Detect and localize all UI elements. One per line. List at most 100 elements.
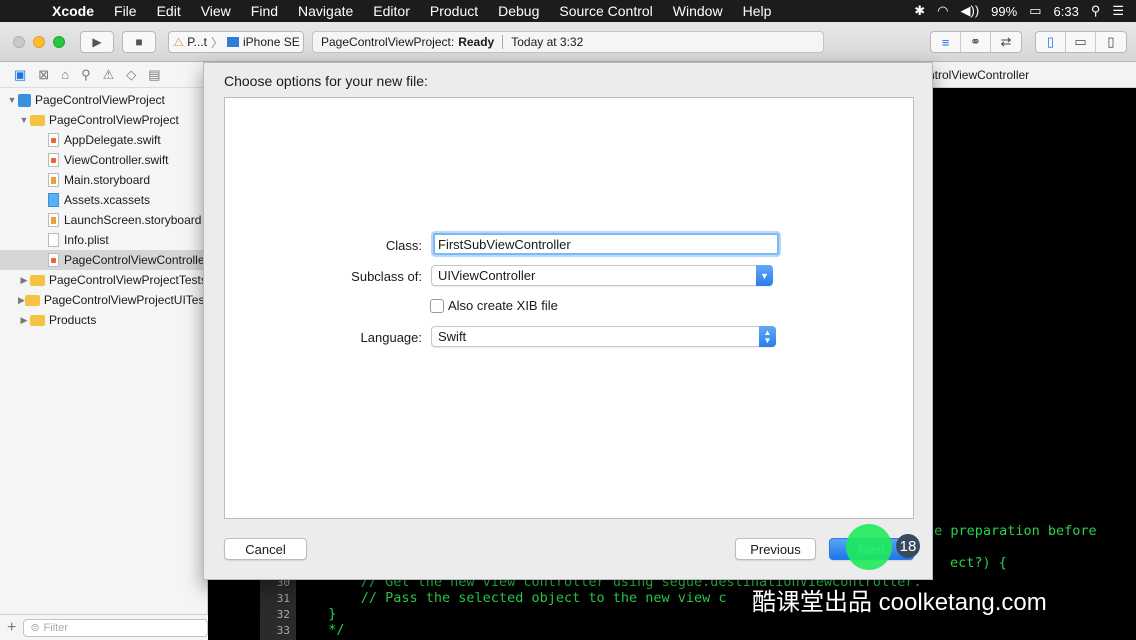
language-popup[interactable]: Swift ▲ ▼: [431, 326, 776, 347]
code-line: le preparation before: [926, 523, 1097, 539]
tree-row-file[interactable]: LaunchScreen.storyboard: [0, 210, 208, 230]
status-area: ✱ ◠ ◀)) 99% ▭ 6:33 ⚲ ☰: [914, 0, 1124, 22]
tree-row-group[interactable]: ▶ PageControlViewProjectTests: [0, 270, 208, 290]
spotlight-search-icon[interactable]: ⚲: [1091, 3, 1101, 19]
menu-file[interactable]: File: [114, 3, 137, 19]
minimize-window-button[interactable]: [33, 36, 45, 48]
navigator-toggle-icon[interactable]: ▯: [1036, 32, 1066, 52]
storyboard-file-icon: [48, 213, 59, 227]
filter-input[interactable]: ⊜ Filter: [23, 618, 208, 637]
code-line: */: [312, 622, 345, 638]
tree-row-file[interactable]: ViewController.swift: [0, 150, 208, 170]
up-down-chevron-icon[interactable]: ▲ ▼: [759, 326, 776, 347]
options-panel: Class: FirstSubViewController Subclass o…: [224, 97, 914, 519]
battery-percent[interactable]: 99%: [991, 4, 1017, 19]
app-target-icon: ⧍: [173, 34, 185, 49]
volume-icon[interactable]: ◀)): [961, 3, 980, 19]
jump-bar-crumb[interactable]: ntrolViewController: [928, 68, 1029, 82]
play-icon: ▶: [92, 35, 102, 49]
assistant-editor-icon[interactable]: ⚭: [961, 32, 991, 52]
project-navigator: ▣ ⊠ ⌂ ⚲ ⚠ ◇ ▤ ▼ PageControlViewProject ▼…: [0, 62, 208, 640]
menu-editor[interactable]: Editor: [373, 3, 410, 19]
plist-file-icon: [48, 233, 59, 247]
standard-editor-icon[interactable]: ≡: [931, 32, 961, 52]
disclosure-closed-icon[interactable]: ▶: [18, 295, 25, 306]
menu-find[interactable]: Find: [251, 3, 278, 19]
folder-icon: [30, 114, 45, 126]
menu-debug[interactable]: Debug: [498, 3, 539, 19]
create-xib-label[interactable]: Also create XIB file: [448, 298, 558, 313]
device-icon: [227, 37, 239, 47]
debug-navigator-icon[interactable]: ▤: [148, 67, 160, 83]
asset-catalog-icon: [48, 193, 59, 207]
tree-row-file[interactable]: Assets.xcassets: [0, 190, 208, 210]
folder-icon: [30, 274, 45, 286]
run-button[interactable]: ▶: [80, 31, 114, 53]
stop-button[interactable]: ■: [122, 31, 156, 53]
previous-button[interactable]: Previous: [735, 538, 816, 560]
zoom-window-button[interactable]: [53, 36, 65, 48]
version-editor-icon[interactable]: ⇄: [991, 32, 1021, 52]
tree-row-file[interactable]: Info.plist: [0, 230, 208, 250]
menu-edit[interactable]: Edit: [157, 3, 181, 19]
find-navigator-icon[interactable]: ⚲: [81, 67, 91, 83]
xcode-toolbar: ▶ ■ ⧍ P...t 〉 iPhone SE PageControlViewP…: [0, 22, 1136, 62]
debug-area-toggle-icon[interactable]: ▭: [1066, 32, 1096, 52]
sheet-title: Choose options for your new file:: [224, 73, 428, 89]
scheme-name: P...t: [187, 35, 207, 49]
wifi-icon[interactable]: ◠: [937, 3, 948, 19]
bluetooth-icon[interactable]: ✱: [914, 3, 925, 19]
tree-row-file[interactable]: AppDelegate.swift: [0, 130, 208, 150]
filter-placeholder: Filter: [43, 621, 68, 634]
tree-row-file[interactable]: Main.storyboard: [0, 170, 208, 190]
disclosure-closed-icon[interactable]: ▶: [18, 275, 30, 286]
status-state: Ready: [458, 35, 495, 49]
list-icon[interactable]: ☰: [1112, 3, 1124, 19]
disclosure-closed-icon[interactable]: ▶: [18, 315, 30, 326]
tree-row-group[interactable]: ▶ Products: [0, 310, 208, 330]
menu-view[interactable]: View: [201, 3, 231, 19]
status-divider: [502, 35, 504, 49]
clock[interactable]: 6:33: [1054, 4, 1079, 19]
menu-xcode[interactable]: Xcode: [52, 3, 94, 19]
battery-icon[interactable]: ▭: [1029, 3, 1041, 19]
menu-help[interactable]: Help: [743, 3, 772, 19]
create-xib-checkbox[interactable]: [430, 299, 444, 313]
class-name-input[interactable]: FirstSubViewController: [433, 233, 779, 255]
tree-row-file-selected[interactable]: PageControlViewController: [0, 250, 208, 270]
subclass-combo-box[interactable]: UIViewController ▼: [431, 265, 773, 286]
tree-row-group[interactable]: ▼ PageControlViewProject: [0, 110, 208, 130]
tree-label: PageControlViewProject: [49, 113, 179, 127]
project-navigator-icon[interactable]: ▣: [14, 67, 26, 83]
tree-row-group[interactable]: ▶ PageControlViewProjectUITests: [0, 290, 208, 310]
step-badge: 18: [896, 534, 920, 558]
issue-navigator-icon[interactable]: ⚠: [103, 67, 115, 83]
tree-label: ViewController.swift: [64, 153, 169, 167]
tree-label: Info.plist: [64, 233, 109, 247]
language-label: Language:: [360, 330, 422, 345]
close-window-button[interactable]: [13, 36, 25, 48]
add-icon[interactable]: +: [0, 619, 23, 637]
disclosure-open-icon[interactable]: ▼: [6, 95, 18, 105]
menu-source-control[interactable]: Source Control: [559, 3, 652, 19]
tree-label: PageControlViewProject: [35, 93, 165, 107]
tree-row-project[interactable]: ▼ PageControlViewProject: [0, 90, 208, 110]
disclosure-open-icon[interactable]: ▼: [18, 115, 30, 125]
scheme-selector[interactable]: ⧍ P...t 〉 iPhone SE: [168, 31, 304, 53]
symbol-navigator-icon[interactable]: ⊠: [38, 67, 49, 83]
menu-navigate[interactable]: Navigate: [298, 3, 353, 19]
swift-file-icon: [48, 133, 59, 147]
test-navigator-icon[interactable]: ◇: [126, 67, 136, 83]
tree-label: PageControlViewController: [64, 253, 208, 267]
click-indicator: [846, 524, 892, 570]
activity-viewer: PageControlViewProject: Ready Today at 3…: [312, 31, 824, 53]
menu-product[interactable]: Product: [430, 3, 478, 19]
utilities-toggle-icon[interactable]: ▯: [1096, 32, 1126, 52]
project-icon: [18, 93, 31, 107]
cancel-button[interactable]: Cancel: [224, 538, 307, 560]
code-line: // Pass the selected object to the new v…: [312, 590, 727, 606]
menu-window[interactable]: Window: [673, 3, 723, 19]
storyboard-file-icon: [48, 173, 59, 187]
hierarchy-navigator-icon[interactable]: ⌂: [61, 67, 69, 82]
chevron-down-icon[interactable]: ▼: [756, 265, 773, 286]
